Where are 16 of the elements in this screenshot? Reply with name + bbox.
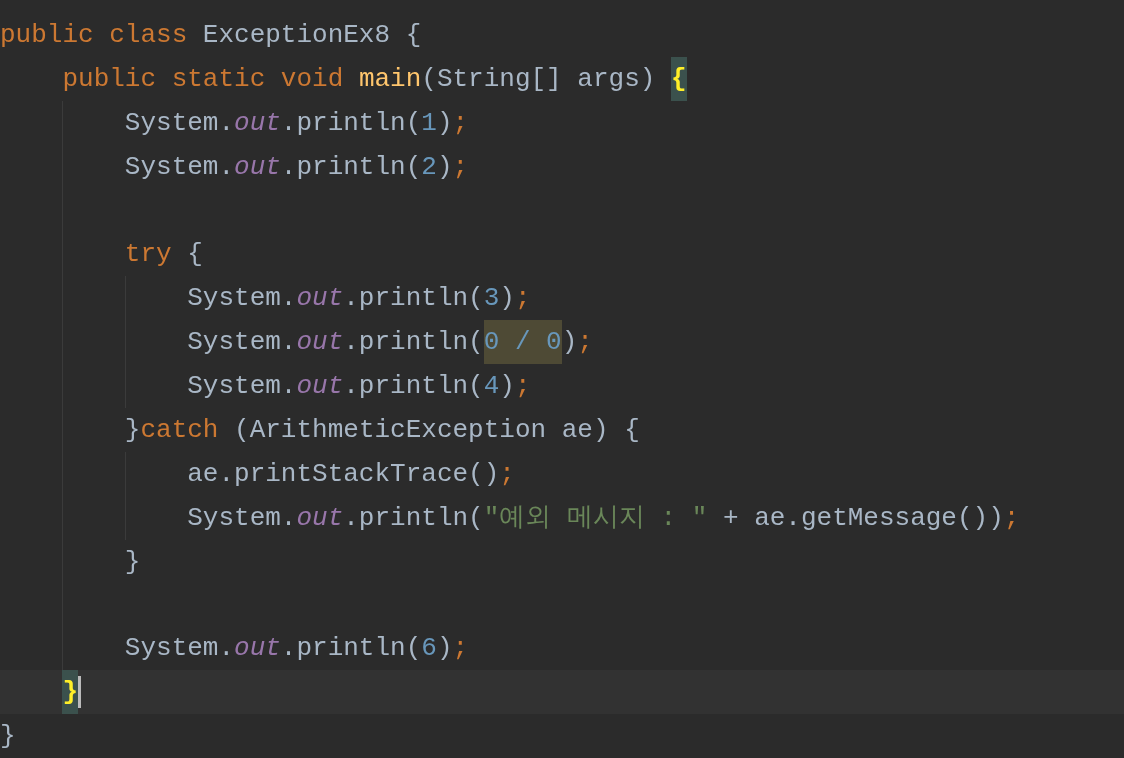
- code-line: System.out.println("예외 메시지 : " + ae.getMessage());: [186, 501, 1020, 535]
- code-line: public class ExceptionEx8 {: [0, 19, 422, 52]
- code-line: System.out.println(2);: [123, 151, 469, 184]
- code-line: public static void main(String[] args) {: [0, 57, 687, 101]
- code-line: ae.printStackTrace();: [186, 457, 515, 491]
- code-line: }: [123, 545, 141, 579]
- code-line: }: [0, 670, 79, 714]
- code-line: System.out.println(0 / 0);: [0, 319, 593, 364]
- text-cursor: [78, 676, 82, 708]
- code-line: System.out.println(1);: [123, 107, 469, 140]
- code-line: }: [0, 720, 16, 753]
- code-line: }catch (ArithmeticException ae) {: [123, 413, 640, 447]
- code-line: System.out.println(3);: [186, 281, 531, 315]
- code-line: System.out.println(4);: [186, 369, 531, 403]
- code-line: System.out.println(6);: [123, 632, 469, 665]
- code-line: try {: [123, 237, 203, 271]
